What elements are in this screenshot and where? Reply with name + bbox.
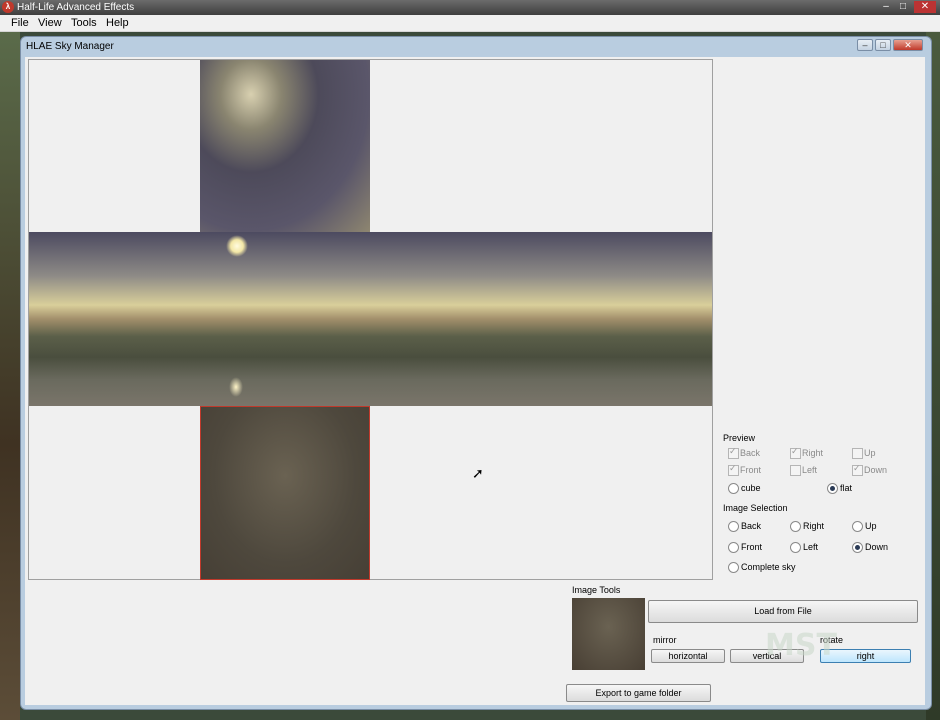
sky-faces-horizon-strip[interactable] [29,232,712,406]
sun-reflection [229,377,243,397]
dialog-close-icon[interactable]: ✕ [893,39,923,51]
dialog-title: HLAE Sky Manager [26,41,114,52]
mirror-horizontal-button[interactable]: horizontal [651,649,725,663]
image-tools-group-label: Image Tools [572,585,621,595]
close-icon[interactable]: ✕ [914,1,936,13]
select-complete-sky-radio[interactable]: Complete sky [728,562,796,573]
app-title: Half-Life Advanced Effects [17,2,135,13]
sky-manager-dialog: HLAE Sky Manager – □ ✕ ➚ Preview Back Ri… [20,36,932,710]
preview-down-checkbox[interactable]: Down [852,463,887,476]
app-titlebar: λ Half-Life Advanced Effects – □ ✕ [0,0,940,15]
minimize-icon[interactable]: – [878,1,894,13]
dialog-minimize-icon[interactable]: – [857,39,873,51]
menu-help[interactable]: Help [106,17,129,29]
load-from-file-button[interactable]: Load from File [648,600,918,623]
menu-view[interactable]: View [38,17,62,29]
preview-flat-radio[interactable]: flat [827,483,852,494]
preview-front-checkbox[interactable]: Front [728,463,761,476]
dialog-titlebar[interactable]: HLAE Sky Manager – □ ✕ [21,37,931,57]
select-up-radio[interactable]: Up [852,521,877,532]
preview-cube-radio[interactable]: cube [728,483,761,494]
preview-right-checkbox[interactable]: Right [790,446,823,459]
game-background-left [0,32,20,720]
menubar: File View Tools Help [0,15,940,32]
select-back-radio[interactable]: Back [728,521,761,532]
preview-group-label: Preview [723,433,756,443]
select-front-radio[interactable]: Front [728,542,762,553]
sky-face-up[interactable] [200,60,370,232]
select-down-radio[interactable]: Down [852,542,888,553]
dialog-client-area: ➚ Preview Back Right Up Front Left Down … [25,57,925,705]
dialog-maximize-icon[interactable]: □ [875,39,891,51]
image-thumbnail [572,598,645,670]
image-selection-group-label: Image Selection [723,503,788,513]
mouse-cursor-icon: ➚ [472,465,484,481]
sky-face-down-selected[interactable] [200,406,370,580]
sky-preview-panel[interactable]: ➚ [28,59,713,580]
hlae-logo-icon: λ [2,1,14,13]
menu-tools[interactable]: Tools [71,17,97,29]
maximize-icon[interactable]: □ [895,1,911,13]
preview-up-checkbox[interactable]: Up [852,448,876,459]
preview-left-checkbox[interactable]: Left [790,465,817,476]
preview-back-checkbox[interactable]: Back [728,446,760,459]
mirror-label: mirror [653,635,677,645]
sun-glow [226,235,248,257]
menu-file[interactable]: File [11,17,29,29]
export-to-game-folder-button[interactable]: Export to game folder [566,684,711,702]
select-right-radio[interactable]: Right [790,521,824,532]
watermark-logo: MST [765,628,837,663]
select-left-radio[interactable]: Left [790,542,818,553]
